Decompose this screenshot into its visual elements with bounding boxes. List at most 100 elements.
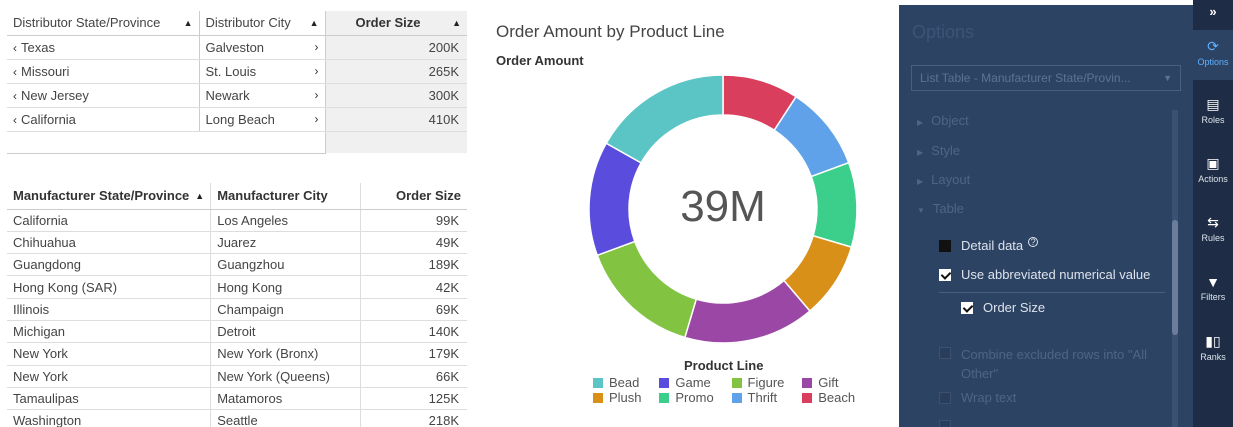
table-row[interactable]: ‹ Texas Galveston › 200K — [7, 35, 467, 60]
cell-order-size: 200K — [325, 35, 467, 60]
expand-right-icon[interactable]: › — [315, 88, 319, 102]
checkbox-unchecked[interactable] — [939, 391, 951, 404]
slice-promo[interactable] — [810, 161, 858, 249]
scrollbar-thumb[interactable] — [1172, 220, 1178, 335]
legend-item-game[interactable]: Game — [659, 375, 721, 390]
manufacturer-state-header-label: Manufacturer State/Province — [13, 188, 190, 204]
table-row[interactable]: Guangdong Guangzhou 189K — [7, 253, 467, 277]
distributor-state-header[interactable]: Distributor State/Province ▲ — [7, 11, 200, 36]
section-object[interactable]: ▶ Object — [917, 113, 969, 128]
combine-rows-checkbox[interactable]: Combine excluded rows into "All Other" — [939, 345, 1147, 383]
expand-right-icon[interactable]: › — [315, 112, 319, 126]
expand-right-icon[interactable]: › — [315, 40, 319, 54]
legend-item-thrift[interactable]: Thrift — [731, 390, 793, 405]
options-pane-title: Options — [912, 22, 975, 42]
rail-ranks[interactable]: ▮▯ Ranks — [1193, 333, 1233, 362]
distributor-table: Distributor State/Province ▲ Distributor… — [7, 11, 467, 154]
section-layout-label: Layout — [931, 172, 971, 187]
cell-state: Missouri — [21, 63, 70, 79]
checkbox-unchecked[interactable] — [939, 347, 951, 359]
table-row[interactable]: Chihuahua Juarez 49K — [7, 231, 467, 255]
expand-right-icon[interactable]: › — [315, 64, 319, 78]
order-size-checkbox[interactable]: Order Size — [961, 300, 1045, 315]
legend-item-promo[interactable]: Promo — [659, 390, 721, 405]
wrap-text-checkbox[interactable]: Wrap text — [939, 390, 1016, 405]
rail-roles[interactable]: ▤ Roles — [1193, 96, 1233, 125]
table-row[interactable]: Hong Kong (SAR) Hong Kong 42K — [7, 275, 467, 299]
checkbox-unchecked[interactable] — [939, 239, 951, 252]
legend-label: Promo — [675, 390, 714, 405]
legend-item-plush[interactable]: Plush — [593, 390, 649, 405]
legend-item-bead[interactable]: Bead — [593, 375, 649, 390]
checkbox-checked[interactable] — [939, 268, 951, 281]
hidden-checkbox[interactable] — [939, 420, 961, 427]
table-row[interactable]: ‹ Missouri St. Louis › 265K — [7, 59, 467, 84]
manufacturer-city-header[interactable]: Manufacturer City — [210, 183, 362, 210]
table-row[interactable]: New York New York (Queens) 66K — [7, 365, 467, 388]
legend-title: Product Line — [684, 358, 764, 373]
rail-filters[interactable]: ▼ Filters — [1193, 274, 1233, 302]
rail-options[interactable]: ⟳ Options — [1193, 30, 1233, 80]
cell-city: Seattle — [210, 409, 362, 427]
cell-order-size: 410K — [325, 107, 467, 132]
cell-state: Michigan — [7, 320, 212, 344]
section-style[interactable]: ▶ Style — [917, 143, 960, 158]
table-row[interactable]: California Los Angeles 99K — [7, 209, 467, 232]
table-row[interactable]: Michigan Detroit 140K — [7, 320, 467, 344]
detail-data-label: Detail data — [961, 238, 1024, 253]
cell-state: California — [21, 111, 76, 127]
section-table[interactable]: ▼ Table — [917, 201, 964, 216]
help-icon[interactable]: ? — [1028, 236, 1039, 247]
legend-item-gift[interactable]: Gift — [802, 375, 863, 390]
rail-actions[interactable]: ▣ Actions — [1193, 155, 1233, 184]
slice-gift[interactable] — [683, 279, 811, 344]
table-row[interactable]: ‹ New Jersey Newark › 300K — [7, 83, 467, 108]
detail-data-checkbox[interactable]: Detail data ? — [939, 236, 1039, 253]
manufacturer-state-header[interactable]: Manufacturer State/Province ▲ — [7, 183, 212, 210]
manufacturer-order-size-header[interactable]: Order Size — [360, 183, 467, 210]
collapse-left-icon[interactable]: ‹ — [13, 41, 17, 55]
slice-bead[interactable] — [605, 74, 724, 164]
collapse-left-icon[interactable]: ‹ — [13, 113, 17, 127]
object-select[interactable]: List Table - Manufacturer State/Provin..… — [911, 65, 1181, 91]
slice-figure[interactable] — [596, 240, 698, 339]
donut-chart[interactable]: 39M — [580, 64, 870, 354]
legend-item-beach[interactable]: Beach — [802, 390, 863, 405]
cell-order-size: 265K — [325, 59, 467, 84]
checkbox-unchecked[interactable] — [939, 420, 951, 427]
checkbox-checked[interactable] — [961, 301, 973, 314]
rail-rules[interactable]: ⇆ Rules — [1193, 214, 1233, 243]
sort-ascending-icon[interactable]: ▲ — [310, 18, 319, 28]
options-icon: ⟳ — [1207, 38, 1219, 54]
sort-ascending-icon[interactable]: ▲ — [452, 18, 461, 28]
sort-ascending-icon[interactable]: ▲ — [195, 191, 204, 201]
cell-state: Tamaulipas — [7, 387, 212, 411]
table-row[interactable]: Tamaulipas Matamoros 125K — [7, 387, 467, 411]
section-layout[interactable]: ▶ Layout — [917, 172, 970, 187]
cell-city: New York (Queens) — [210, 365, 362, 388]
table-row[interactable]: Washington Seattle 218K — [7, 409, 467, 427]
slice-game[interactable] — [588, 142, 643, 257]
distributor-city-header-label: Distributor City — [205, 15, 291, 31]
table-row[interactable]: Illinois Champaign 69K — [7, 298, 467, 321]
collapse-left-icon[interactable]: ‹ — [13, 65, 17, 79]
options-pane: Options List Table - Manufacturer State/… — [899, 5, 1193, 427]
combine-rows-label-cont: Other" — [961, 366, 999, 381]
distributor-order-size-header[interactable]: Order Size ▲ — [325, 11, 467, 36]
chevron-down-icon: ▼ — [1163, 73, 1172, 83]
collapse-pane-icon[interactable]: » — [1193, 4, 1233, 19]
rail-filters-label: Filters — [1200, 292, 1226, 302]
cell-state: New York — [7, 342, 212, 366]
sort-ascending-icon[interactable]: ▲ — [184, 18, 193, 28]
table-row[interactable]: ‹ California Long Beach › 410K — [7, 107, 467, 132]
divider — [939, 292, 1165, 293]
abbreviated-value-checkbox[interactable]: Use abbreviated numerical value — [939, 267, 1150, 282]
manufacturer-table: Manufacturer State/Province ▲ Manufactur… — [7, 183, 467, 427]
table-row[interactable]: New York New York (Bronx) 179K — [7, 342, 467, 366]
collapse-left-icon[interactable]: ‹ — [13, 89, 17, 103]
triangle-right-icon: ▶ — [917, 148, 924, 157]
legend-item-figure[interactable]: Figure — [731, 375, 793, 390]
actions-icon: ▣ — [1206, 155, 1220, 171]
cell-order-size: 42K — [360, 275, 467, 299]
distributor-city-header[interactable]: Distributor City ▲ — [199, 11, 326, 36]
